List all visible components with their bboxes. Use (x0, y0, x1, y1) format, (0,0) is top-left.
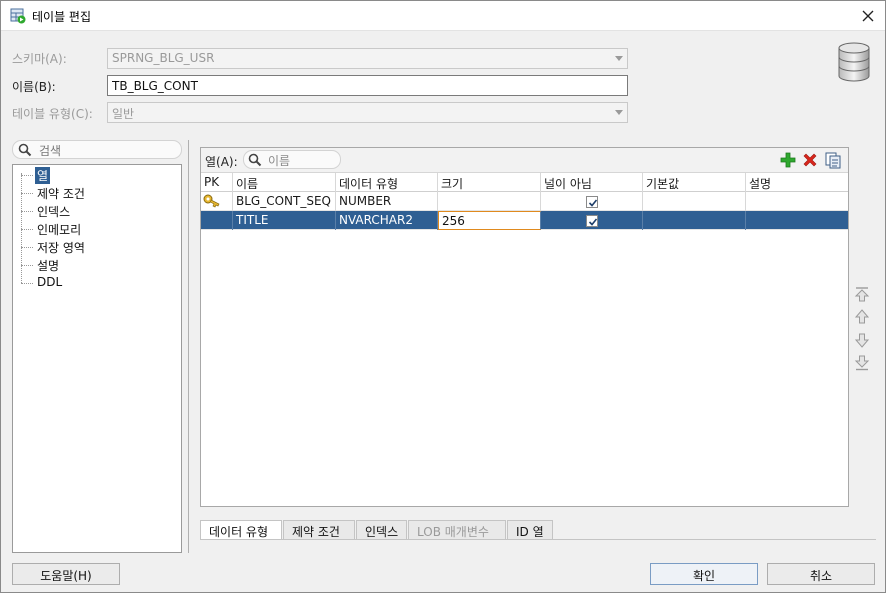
sidebar-item-label: 제약 조건 (37, 187, 85, 201)
sidebar-item-label: 설명 (37, 259, 60, 273)
plus-icon (780, 152, 796, 168)
schema-value: SPRNG_BLG_USR (112, 51, 215, 65)
row-name-cell[interactable]: BLG_CONT_SEQ (233, 192, 336, 211)
row-comment-cell[interactable] (746, 192, 848, 211)
search-icon (248, 153, 262, 167)
arrow-top-icon (854, 287, 870, 302)
splitter[interactable] (188, 140, 189, 553)
title-bar: 테이블 편집 (1, 1, 885, 31)
columns-label: 열(A): (205, 155, 238, 169)
not-null-checkbox[interactable] (586, 215, 598, 227)
help-button[interactable]: 도움말(H) (12, 563, 120, 585)
row-pk-cell[interactable] (201, 211, 233, 230)
close-icon (862, 10, 874, 22)
table-row[interactable]: TITLE NVARCHAR2 256 (201, 211, 848, 230)
row-type-cell[interactable]: NUMBER (336, 192, 438, 211)
chevron-down-icon (615, 110, 623, 115)
copy-icon (825, 152, 841, 169)
table-edit-icon (10, 8, 26, 24)
header-pk[interactable]: PK (201, 173, 233, 192)
search-icon (18, 143, 32, 157)
table-type-select: 일반 (107, 102, 628, 123)
sidebar-search-input[interactable]: 검색 (12, 140, 182, 159)
row-size-cell[interactable]: 256 (438, 211, 541, 230)
sidebar-item-label: 저장 영역 (37, 241, 85, 255)
name-label: 이름(B): (12, 80, 56, 94)
header-not-null[interactable]: 널이 아님 (541, 173, 643, 192)
sidebar-item-label: DDL (37, 275, 63, 289)
delete-column-button[interactable] (801, 151, 819, 169)
sidebar-item-label: 열 (35, 167, 51, 184)
tab-data-type[interactable]: 데이터 유형 (200, 520, 282, 540)
table-type-label: 테이블 유형(C): (12, 107, 93, 121)
x-icon (803, 153, 817, 167)
header-comment[interactable]: 설명 (746, 173, 848, 192)
row-pk-cell[interactable] (201, 192, 233, 211)
move-to-top-button[interactable] (854, 286, 870, 302)
move-up-button[interactable] (854, 309, 870, 325)
ok-button[interactable]: 확인 (650, 563, 758, 585)
row-default-cell[interactable] (643, 211, 746, 230)
move-to-bottom-button[interactable] (854, 355, 870, 371)
tab-indexes[interactable]: 인덱스 (356, 520, 407, 540)
columns-panel: 열(A): 이름 PK 이름 데이터 유형 크기 널이 아님 기본값 설명 BL… (200, 147, 849, 507)
tab-identity-column[interactable]: ID 열 (507, 520, 553, 540)
cancel-button[interactable]: 취소 (767, 563, 875, 585)
copy-column-button[interactable] (824, 151, 842, 169)
sidebar-tree: 열 제약 조건 인덱스 인메모리 저장 영역 설명 DDL (12, 164, 182, 553)
grid-header-row: PK 이름 데이터 유형 크기 널이 아님 기본값 설명 (201, 173, 848, 192)
sidebar-item-label: 인덱스 (37, 205, 71, 219)
column-filter-placeholder: 이름 (268, 154, 291, 168)
table-name-input[interactable] (107, 75, 628, 96)
header-size[interactable]: 크기 (438, 173, 541, 192)
header-name[interactable]: 이름 (233, 173, 336, 192)
move-down-button[interactable] (854, 332, 870, 348)
tree-connector (21, 173, 22, 283)
checkmark-icon (588, 218, 598, 226)
tab-constraints[interactable]: 제약 조건 (283, 520, 355, 540)
row-type-cell[interactable]: NVARCHAR2 (336, 211, 438, 230)
sidebar-item-label: 인메모리 (37, 223, 82, 237)
columns-grid: PK 이름 데이터 유형 크기 널이 아님 기본값 설명 BLG_CONT_SE… (201, 173, 848, 230)
tab-divider (200, 539, 876, 540)
schema-label: 스키마(A): (12, 52, 67, 66)
schema-select: SPRNG_BLG_USR (107, 48, 628, 69)
arrow-down-icon (854, 333, 870, 348)
edit-table-dialog: 테이블 편집 스키마(A): SPRNG_BLG_USR 이름(B): 테이블 … (0, 0, 886, 593)
chevron-down-icon (615, 56, 623, 61)
database-icon (837, 42, 871, 82)
close-button[interactable] (857, 5, 879, 27)
window-title: 테이블 편집 (32, 10, 92, 24)
tab-lob-parameters: LOB 매개변수 (408, 520, 506, 540)
row-name-cell[interactable]: TITLE (233, 211, 336, 230)
row-size-cell[interactable] (438, 192, 541, 211)
row-default-cell[interactable] (643, 192, 746, 211)
column-filter-input[interactable]: 이름 (243, 150, 341, 169)
arrow-bottom-icon (854, 355, 870, 371)
row-not-null-cell[interactable] (541, 192, 643, 211)
header-data-type[interactable]: 데이터 유형 (336, 173, 438, 192)
checkmark-icon (588, 199, 598, 207)
row-comment-cell[interactable] (746, 211, 848, 230)
arrow-up-icon (854, 309, 870, 324)
row-not-null-cell[interactable] (541, 211, 643, 230)
header-default[interactable]: 기본값 (643, 173, 746, 192)
table-type-value: 일반 (112, 107, 135, 121)
add-column-button[interactable] (779, 151, 797, 169)
not-null-checkbox[interactable] (586, 196, 598, 208)
key-icon (203, 194, 220, 208)
sidebar-search-placeholder: 검색 (39, 144, 62, 158)
table-row[interactable]: BLG_CONT_SEQ NUMBER (201, 192, 848, 211)
columns-toolbar: 열(A): 이름 (201, 148, 848, 173)
